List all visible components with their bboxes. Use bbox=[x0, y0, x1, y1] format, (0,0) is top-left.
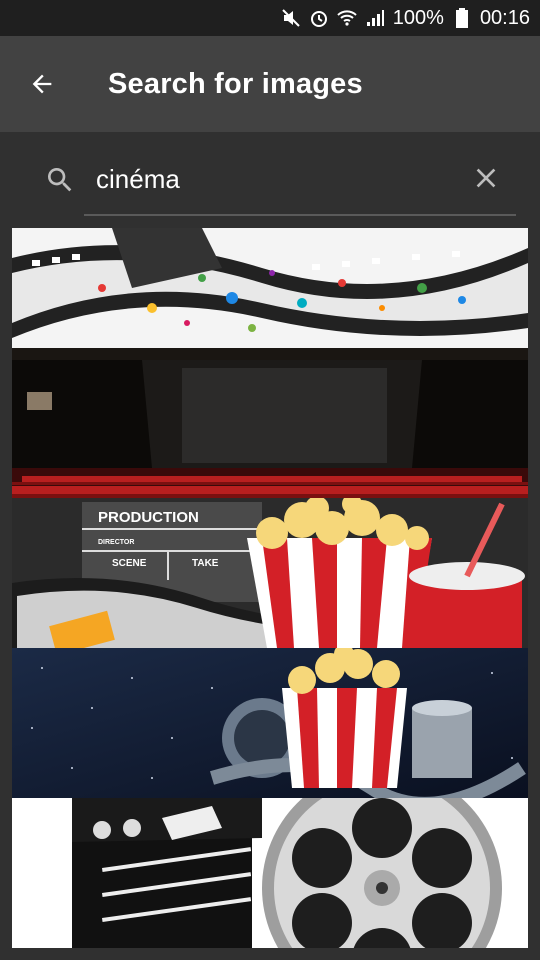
battery-percent: 100% bbox=[392, 6, 444, 29]
close-icon[interactable] bbox=[470, 162, 502, 194]
result-image-3[interactable]: PRODUCTION DIRECTOR SCENE TAKE bbox=[12, 498, 528, 648]
app-bar: Search for images bbox=[0, 36, 540, 132]
mute-icon bbox=[281, 8, 301, 28]
status-bar: 100% 00:16 bbox=[0, 0, 540, 36]
result-image-1[interactable] bbox=[12, 228, 528, 348]
search-input[interactable]: cinéma bbox=[96, 164, 180, 195]
back-button[interactable] bbox=[22, 64, 62, 104]
clapper-text-production: PRODUCTION bbox=[98, 509, 199, 526]
clapper-text-scene: SCENE bbox=[112, 558, 147, 569]
search-underline bbox=[84, 214, 516, 216]
wifi-icon bbox=[337, 8, 357, 28]
alarm-icon bbox=[309, 8, 329, 28]
result-image-2[interactable] bbox=[12, 348, 528, 498]
page-title: Search for images bbox=[108, 67, 363, 100]
result-image-5[interactable] bbox=[12, 798, 528, 948]
clapper-text-take: TAKE bbox=[192, 558, 219, 569]
image-results: PRODUCTION DIRECTOR SCENE TAKE bbox=[12, 228, 528, 948]
clock: 00:16 bbox=[479, 6, 530, 29]
arrow-back-icon bbox=[32, 74, 52, 94]
battery-icon bbox=[452, 8, 472, 28]
result-image-4[interactable] bbox=[12, 648, 528, 798]
clapper-text-director: DIRECTOR bbox=[98, 539, 134, 546]
search-icon bbox=[48, 168, 72, 192]
search-bar: cinéma bbox=[0, 150, 540, 214]
signal-icon bbox=[365, 8, 385, 28]
